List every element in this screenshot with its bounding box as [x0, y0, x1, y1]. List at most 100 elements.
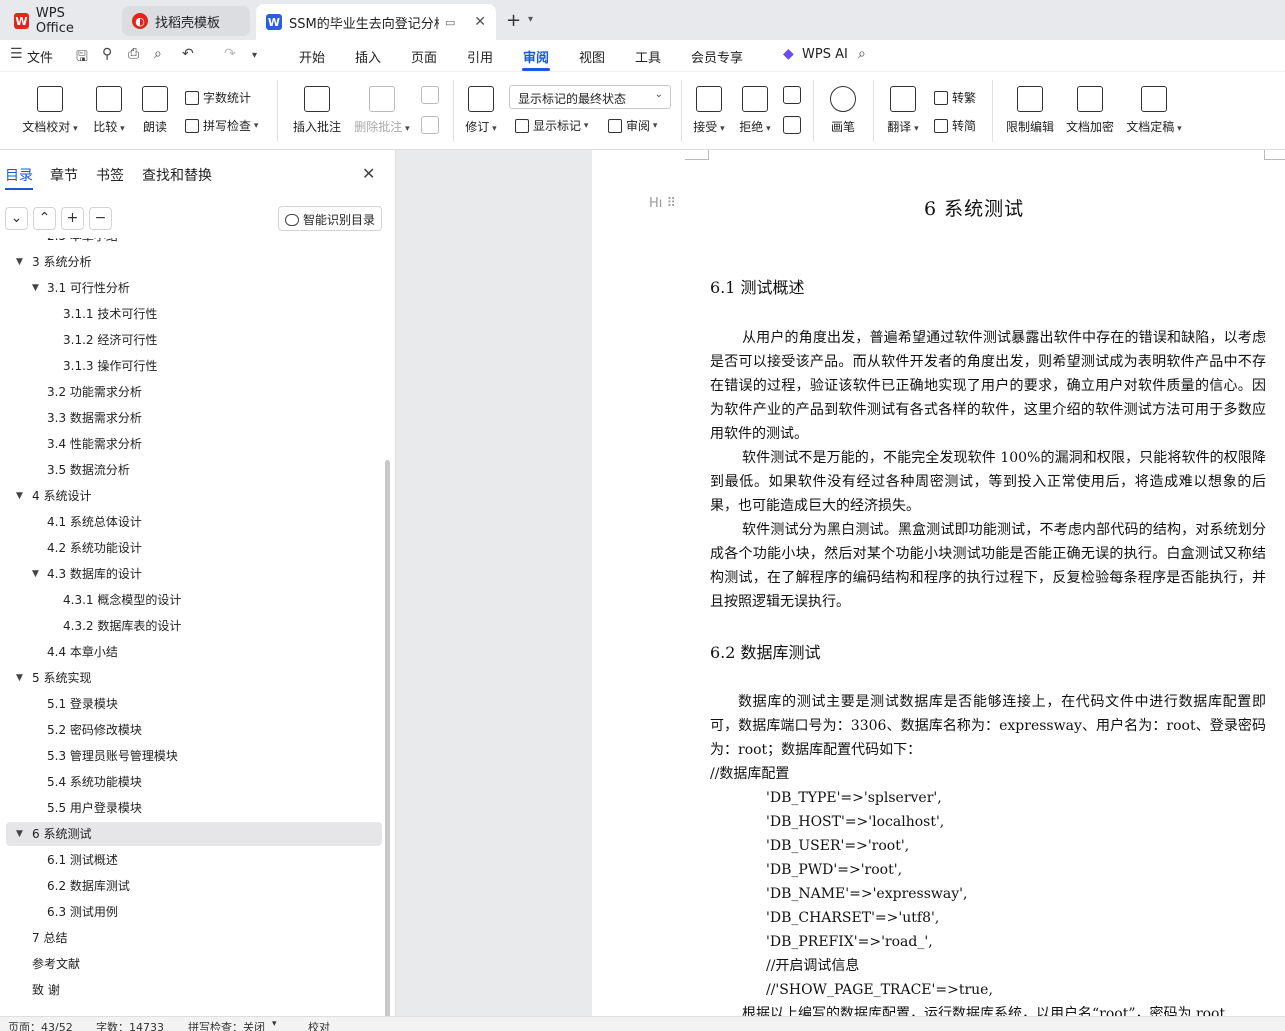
word-count-button[interactable]: 字数统计	[185, 89, 251, 106]
toc-item[interactable]: 4.2 系统功能设计	[6, 536, 382, 560]
page-indicator[interactable]: 页面：43/52	[8, 1019, 73, 1031]
tab-wps-office[interactable]: W WPS Office	[4, 6, 112, 36]
spell-check-status[interactable]: 拼写检查：关闭	[188, 1019, 265, 1031]
show-marks-button[interactable]: 显示标记 ▾	[515, 117, 588, 134]
smart-toc-button[interactable]: 智能识别目录	[278, 206, 382, 231]
review-pane-button[interactable]: 审阅 ▾	[608, 117, 657, 134]
toc-item[interactable]: ▼ 3.1 可行性分析	[6, 276, 382, 300]
expand-up-icon[interactable]: ⌃	[33, 207, 56, 230]
tab-find-replace[interactable]: 查找和替换	[142, 165, 212, 185]
quick-access-more-icon[interactable]: ▾	[252, 50, 257, 61]
proofread-button[interactable]: 文档校对 ▾	[20, 86, 80, 135]
toc-item[interactable]: 3.3 数据需求分析	[6, 406, 382, 430]
toc-item[interactable]: 2.5 本章小结	[6, 238, 382, 248]
heading-marker-icon[interactable]: Hı ⠿	[649, 196, 676, 211]
add-heading-icon[interactable]: +	[61, 207, 84, 230]
hamburger-icon[interactable]: ☰	[10, 46, 23, 62]
save-icon[interactable]: 🖫	[76, 46, 88, 70]
chevron-down-icon[interactable]: ▾	[272, 1019, 277, 1029]
spell-check-button[interactable]: 拼写检查 ▾	[185, 117, 258, 134]
delete-comment-button[interactable]: 删除批注 ▾	[352, 86, 412, 135]
caret-down-icon[interactable]: ▼	[32, 276, 39, 300]
toc-item[interactable]: 3.1.3 操作可行性	[6, 354, 382, 378]
caret-down-icon[interactable]: ▼	[32, 562, 39, 586]
menu-page[interactable]: 页面	[411, 47, 437, 66]
toc-item[interactable]: 3.1.1 技术可行性	[6, 302, 382, 326]
toc-item[interactable]: ▼ 6 系统测试	[6, 822, 382, 846]
revise-button[interactable]: 修订 ▾	[462, 86, 500, 135]
menu-review[interactable]: 审阅	[523, 47, 549, 66]
toc-item[interactable]: 3.4 性能需求分析	[6, 432, 382, 456]
caret-down-icon[interactable]: ▼	[16, 666, 23, 690]
encrypt-button[interactable]: 文档加密	[1064, 86, 1116, 135]
menu-wps-ai[interactable]: WPS AI	[802, 47, 848, 62]
undo-icon[interactable]: ↶	[182, 46, 194, 62]
close-icon[interactable]: ✕	[362, 164, 375, 183]
toc-item[interactable]: 4.4 本章小结	[6, 640, 382, 664]
toc-item[interactable]: 7 总结	[6, 926, 382, 950]
new-tab-icon[interactable]: +	[506, 10, 521, 31]
toc-item[interactable]: 5.1 登录模块	[6, 692, 382, 716]
tab-bookmark[interactable]: 书签	[96, 165, 124, 185]
finalize-button[interactable]: 文档定稿 ▾	[1124, 86, 1184, 135]
search-icon[interactable]: ⌕	[858, 46, 866, 62]
print-icon[interactable]: ⎙	[128, 46, 139, 62]
menu-member[interactable]: 会员专享	[691, 47, 743, 66]
translate-button[interactable]: 翻译 ▾	[884, 86, 922, 135]
to-simplified-button[interactable]: 转简	[934, 117, 976, 134]
toc-item[interactable]: 3.5 数据流分析	[6, 458, 382, 482]
toc-item[interactable]: 6.1 测试概述	[6, 848, 382, 872]
remove-heading-icon[interactable]: −	[89, 207, 112, 230]
collapse-icon[interactable]: ⌄	[5, 207, 28, 230]
proof-status[interactable]: 校对	[308, 1019, 330, 1031]
toc-item[interactable]: ▼ 5 系统实现	[6, 666, 382, 690]
menu-view[interactable]: 视图	[579, 47, 605, 66]
toc-item[interactable]: 4.3.2 数据库表的设计	[6, 614, 382, 638]
chevron-down-icon[interactable]: ▾	[528, 14, 533, 25]
caret-down-icon[interactable]: ▼	[16, 822, 23, 846]
prev-comment-button[interactable]	[420, 86, 440, 110]
toc-item[interactable]: 3.2 功能需求分析	[6, 380, 382, 404]
toc-item[interactable]: 5.4 系统功能模块	[6, 770, 382, 794]
tab-document[interactable]: W SSM的毕业生去向登记分析管 ▭ ✕	[256, 4, 496, 40]
toc-item[interactable]: 6.2 数据库测试	[6, 874, 382, 898]
restrict-edit-button[interactable]: 限制编辑	[1004, 86, 1056, 135]
next-change-button[interactable]	[782, 116, 802, 140]
compare-button[interactable]: 比较 ▾	[90, 86, 128, 135]
toc-item[interactable]: 4.1 系统总体设计	[6, 510, 382, 534]
to-traditional-button[interactable]: 转繁	[934, 89, 976, 106]
toc-item[interactable]: 参考文献	[6, 952, 382, 976]
display-state-select[interactable]: 显示标记的最终状态 ⌄	[509, 85, 671, 109]
pen-button[interactable]: 画笔	[828, 86, 858, 135]
close-tab-icon[interactable]: ✕	[474, 14, 486, 30]
next-comment-button[interactable]	[420, 116, 440, 140]
tab-toc[interactable]: 目录	[5, 165, 33, 185]
word-count-status[interactable]: 字数：14733	[96, 1019, 164, 1031]
reject-button[interactable]: 拒绝 ▾	[736, 86, 774, 135]
redo-icon[interactable]: ↷	[224, 46, 236, 62]
toc-item[interactable]: 5.5 用户登录模块	[6, 796, 382, 820]
menu-tools[interactable]: 工具	[635, 47, 661, 66]
tab-chapter[interactable]: 章节	[50, 165, 78, 185]
toc-item[interactable]: 5.2 密码修改模块	[6, 718, 382, 742]
menu-start[interactable]: 开始	[299, 47, 325, 66]
toc-item[interactable]: ▼ 4.3 数据库的设计	[6, 562, 382, 586]
menu-reference[interactable]: 引用	[467, 47, 493, 66]
toc-item[interactable]: 4.3.1 概念模型的设计	[6, 588, 382, 612]
toc-item[interactable]: ▼ 4 系统设计	[6, 484, 382, 508]
print-preview-icon[interactable]: ⌕	[154, 46, 162, 62]
share-icon[interactable]: ⚲	[102, 46, 112, 62]
menu-insert[interactable]: 插入	[355, 47, 381, 66]
toc-item[interactable]: 3.1.2 经济可行性	[6, 328, 382, 352]
menu-file[interactable]: 文件	[27, 47, 53, 66]
toc-item[interactable]: 5.3 管理员账号管理模块	[6, 744, 382, 768]
prev-change-button[interactable]	[782, 86, 802, 110]
read-aloud-button[interactable]: 朗读	[140, 86, 170, 135]
tab-template[interactable]: ◐ 找稻壳模板	[122, 6, 250, 36]
scrollbar[interactable]	[385, 460, 390, 1020]
toc-item[interactable]: 致 谢	[6, 978, 382, 1002]
toc-item[interactable]: ▼ 3 系统分析	[6, 250, 382, 274]
toc-item[interactable]: 6.3 测试用例	[6, 900, 382, 924]
caret-down-icon[interactable]: ▼	[16, 484, 23, 508]
accept-button[interactable]: 接受 ▾	[690, 86, 728, 135]
